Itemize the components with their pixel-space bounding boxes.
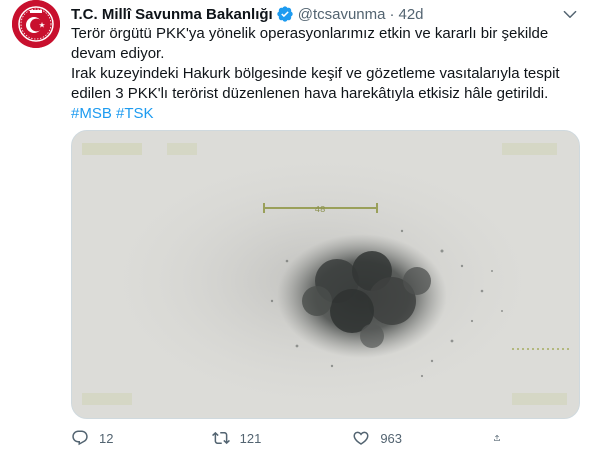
retweet-count: 121 [239, 430, 262, 446]
like-button[interactable]: 963 [352, 429, 462, 447]
ministry-emblem-icon [12, 0, 60, 48]
hashtag-link[interactable]: #TSK [116, 105, 154, 122]
tweet-body: Terör örgütü PKK'ya yönelik operasyonlar… [71, 24, 576, 124]
chevron-down-icon [563, 10, 577, 19]
hashtag-link[interactable]: #MSB [71, 105, 112, 122]
retweet-icon [211, 431, 230, 445]
tweet-paragraph-1: Terör örgütü PKK'ya yönelik operasyonlar… [71, 25, 549, 62]
reply-count: 12 [99, 430, 114, 446]
tweet-paragraph-2: Irak kuzeyindeki Hakurk bölgesinde keşif… [71, 65, 560, 102]
tweet-actions: 12 121 963 [71, 426, 511, 450]
share-icon [493, 434, 500, 441]
author-handle[interactable]: @tcsavunma [298, 6, 386, 23]
retweet-button[interactable]: 121 [211, 429, 322, 447]
verified-badge-icon [276, 5, 294, 23]
heart-icon [353, 431, 369, 445]
like-count: 963 [380, 430, 403, 446]
tweet-media[interactable]: 48 [71, 130, 580, 419]
author-name[interactable]: T.C. Millî Savunma Bakanlığı [71, 6, 273, 23]
hud-readout: 48 [315, 205, 326, 215]
share-button[interactable] [493, 429, 511, 447]
separator-dot: · [389, 5, 395, 23]
more-options-button[interactable] [560, 4, 580, 24]
surveillance-image: 48 [72, 131, 579, 418]
tweet-header: T.C. Millî Savunma Bakanlığı @tcsavunma … [71, 4, 578, 24]
reply-icon [72, 430, 88, 446]
tweet-time[interactable]: 42d [398, 6, 423, 23]
reply-button[interactable]: 12 [71, 429, 181, 447]
avatar[interactable] [12, 0, 60, 48]
hashtag-list: #MSB #TSK [71, 104, 576, 124]
